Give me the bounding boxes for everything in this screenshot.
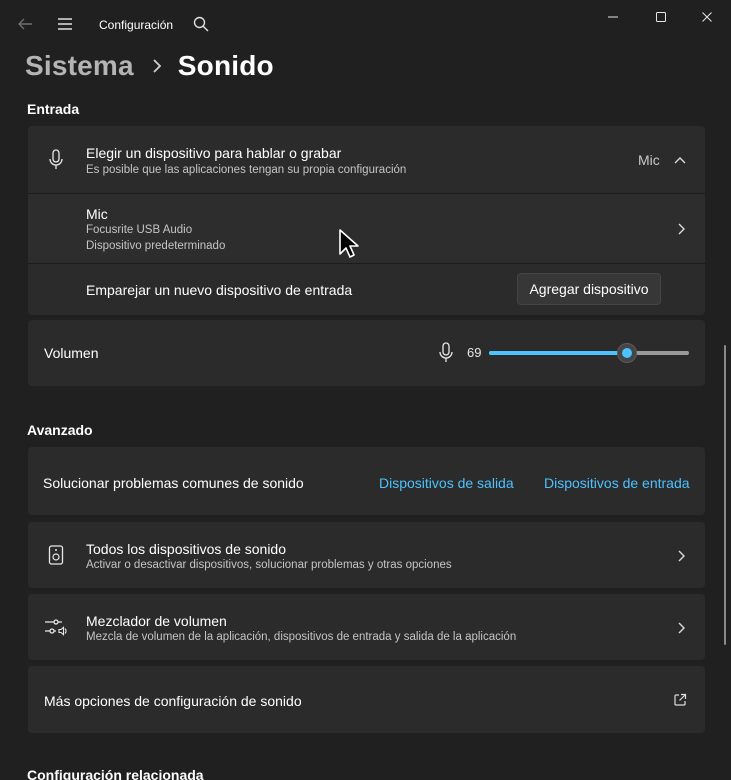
volume-slider-fill — [489, 351, 627, 355]
section-title-advanced: Avanzado — [27, 422, 93, 438]
page-title: Sonido — [177, 50, 274, 81]
open-external-icon — [673, 693, 687, 707]
mouse-cursor-icon — [338, 228, 360, 260]
all-devices-title: Todos los dispositivos de sonido — [86, 541, 287, 557]
device-detail-2: Dispositivo predeterminado — [86, 240, 226, 252]
input-device-card: Elegir un dispositivo para hablar o grab… — [28, 126, 705, 315]
minimize-icon[interactable] — [590, 2, 636, 32]
maximize-icon[interactable] — [638, 2, 684, 32]
output-devices-link[interactable]: Dispositivos de salida — [379, 475, 514, 491]
microphone-icon — [48, 149, 64, 171]
volume-slider[interactable] — [489, 343, 689, 363]
breadcrumb: Sistema Sonido — [25, 46, 274, 86]
choose-input-device-row[interactable]: Elegir un dispositivo para hablar o grab… — [28, 126, 705, 193]
back-arrow-icon[interactable] — [13, 12, 37, 36]
mixer-title: Mezclador de volumen — [86, 613, 227, 629]
input-volume-card: Volumen 69 — [28, 320, 705, 386]
all-devices-subtitle: Activar o desactivar dispositivos, soluc… — [86, 559, 452, 571]
microphone-icon[interactable] — [438, 342, 454, 364]
scrollbar[interactable] — [724, 345, 726, 645]
more-sound-options-card[interactable]: Más opciones de configuración de sonido — [28, 666, 705, 733]
all-sound-devices-card[interactable]: Todos los dispositivos de sonido Activar… — [28, 522, 705, 588]
mixer-subtitle: Mezcla de volumen de la aplicación, disp… — [86, 631, 517, 643]
selected-device-label: Mic — [638, 152, 660, 168]
input-devices-link[interactable]: Dispositivos de entrada — [544, 475, 690, 491]
chevron-up-icon[interactable] — [673, 153, 687, 167]
volume-mixer-icon — [44, 617, 68, 637]
volume-label: Volumen — [44, 345, 99, 361]
chevron-right-icon — [674, 549, 688, 563]
hamburger-menu-icon[interactable] — [53, 12, 77, 36]
volume-value: 69 — [467, 345, 482, 360]
volume-mixer-card[interactable]: Mezclador de volumen Mezcla de volumen d… — [28, 594, 705, 660]
section-title-related: Configuración relacionada — [27, 767, 204, 780]
search-icon[interactable] — [192, 15, 210, 33]
close-icon[interactable] — [684, 2, 730, 32]
speaker-icon — [48, 545, 64, 565]
device-detail-1: Focusrite USB Audio — [86, 224, 193, 236]
window-title: Configuración — [99, 18, 174, 32]
troubleshoot-label: Solucionar problemas comunes de sonido — [43, 475, 304, 491]
chevron-right-icon — [674, 621, 688, 635]
troubleshoot-card: Solucionar problemas comunes de sonido D… — [28, 447, 705, 515]
more-options-label: Más opciones de configuración de sonido — [44, 693, 302, 709]
breadcrumb-parent[interactable]: Sistema — [25, 50, 134, 82]
title-bar: Configuración — [0, 0, 731, 50]
mic-device-row[interactable]: Mic Focusrite USB Audio Dispositivo pred… — [28, 194, 705, 263]
chevron-right-icon — [148, 57, 166, 75]
pair-input-device-row: Emparejar un nuevo dispositivo de entrad… — [28, 264, 705, 315]
volume-slider-thumb[interactable] — [617, 343, 637, 363]
choose-device-subtitle: Es posible que las aplicaciones tengan s… — [86, 164, 407, 176]
pair-device-label: Emparejar un nuevo dispositivo de entrad… — [86, 282, 353, 298]
choose-device-title: Elegir un dispositivo para hablar o grab… — [86, 145, 342, 161]
chevron-right-icon — [674, 222, 688, 236]
add-device-button[interactable]: Agregar dispositivo — [517, 273, 661, 305]
section-title-input: Entrada — [27, 101, 80, 117]
device-name: Mic — [86, 206, 108, 222]
